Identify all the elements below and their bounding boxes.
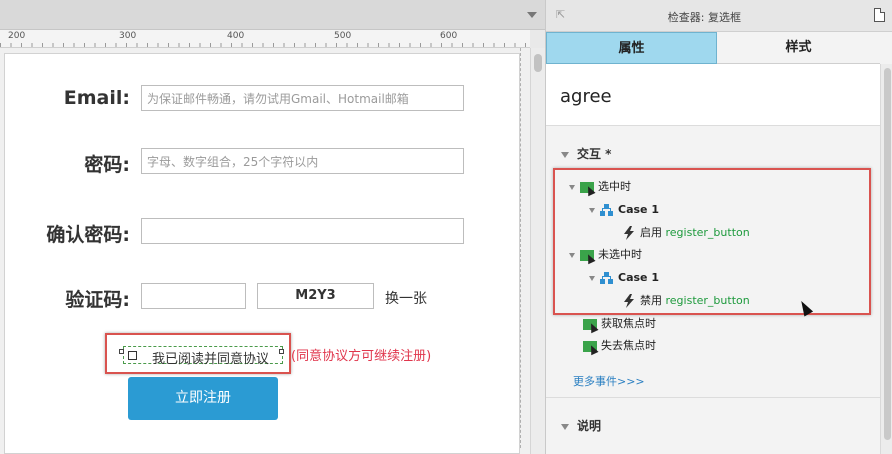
inspector-scrollbar-thumb[interactable] — [884, 68, 891, 440]
captcha-field[interactable] — [141, 283, 246, 309]
agree-checkbox-highlight: 我已阅读并同意协议 — [105, 333, 291, 374]
tab-style[interactable]: 样式 — [717, 32, 880, 64]
password-label: 密码: — [84, 154, 130, 176]
ruler-mark: 400 — [227, 31, 245, 41]
captcha-code-image: M2Y3 — [257, 283, 374, 309]
more-events-link[interactable]: 更多事件>>> — [573, 373, 645, 389]
ruler-mark: 600 — [440, 31, 458, 41]
resize-handle-right[interactable] — [279, 349, 284, 354]
ruler-mark: 300 — [119, 31, 137, 41]
inspector-title: 检查器: 复选框 — [667, 11, 741, 24]
notes-title: 说明 — [577, 419, 602, 433]
confirm-password-field[interactable] — [141, 218, 464, 244]
ruler-mark: 200 — [8, 31, 26, 41]
page-icon[interactable] — [874, 8, 885, 22]
captcha-refresh-link[interactable]: 换一张 — [385, 288, 427, 308]
canvas-scrollbar-thumb[interactable] — [534, 54, 542, 72]
email-field[interactable]: 为保证邮件畅通，请勿试用Gmail、Hotmail邮箱 — [141, 85, 464, 111]
confirm-password-label: 确认密码: — [46, 224, 130, 246]
resize-handle-left[interactable] — [119, 349, 124, 354]
agree-checkbox[interactable]: 我已阅读并同意协议 — [123, 346, 283, 367]
expand-triangle-icon — [561, 423, 569, 430]
expand-triangle-icon — [561, 151, 569, 158]
checkbox-square-icon[interactable] — [128, 351, 137, 360]
event-icon — [583, 318, 597, 330]
event-name: 失去焦点时 — [601, 339, 656, 352]
inspector-header: ⇱ 检查器: 复选框 — [546, 0, 892, 32]
inspector-panel: ⇱ 检查器: 复选框 属性 样式 agree 交互 * 选中时 Case 1 启… — [545, 0, 892, 454]
agree-hint-text: (同意协议方可继续注册) — [291, 349, 432, 364]
event-icon — [583, 340, 597, 352]
event-name: 获取焦点时 — [601, 317, 656, 330]
horizontal-ruler: 200 300 400 500 600 — [0, 30, 530, 48]
page-boundary-guide — [520, 48, 521, 448]
captcha-label: 验证码: — [65, 289, 130, 311]
canvas-dropdown-arrow-icon[interactable] — [527, 12, 537, 18]
event-on-focus[interactable]: 获取焦点时 — [583, 316, 656, 332]
interactions-section-header[interactable]: 交互 * — [561, 145, 611, 162]
ruler-mark: 500 — [334, 31, 352, 41]
tab-properties[interactable]: 属性 — [546, 32, 717, 64]
notes-section-header[interactable]: 说明 — [561, 417, 601, 434]
agree-checkbox-label: 我已阅读并同意协议 — [152, 352, 270, 367]
interactions-title: 交互 * — [577, 147, 612, 161]
widget-name-field[interactable]: agree — [546, 64, 880, 126]
events-highlight-box — [553, 168, 871, 315]
email-label: Email: — [63, 87, 130, 109]
canvas-topbar — [0, 0, 545, 30]
widget-name-value: agree — [560, 86, 612, 107]
inspector-scrollbar[interactable] — [880, 64, 892, 454]
canvas-scrollbar[interactable] — [530, 48, 545, 454]
event-on-blur[interactable]: 失去焦点时 — [583, 338, 656, 354]
register-button[interactable]: 立即注册 — [128, 377, 278, 420]
password-field[interactable]: 字母、数字组合，25个字符以内 — [141, 148, 464, 174]
section-divider — [546, 397, 880, 398]
